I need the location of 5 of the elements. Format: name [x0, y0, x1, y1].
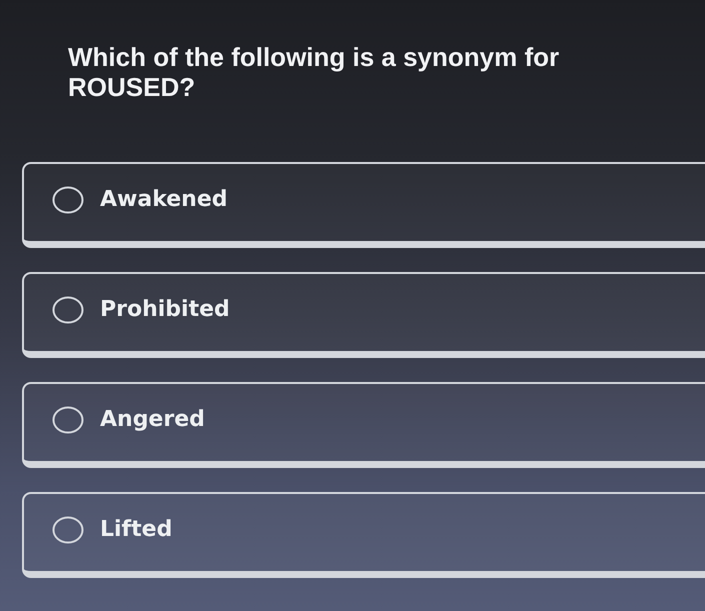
answer-option[interactable]: Awakened: [22, 162, 705, 248]
answer-option[interactable]: Angered: [22, 382, 705, 468]
question-text: Which of the following is a synonym for ROUSED?: [67, 42, 560, 102]
answer-option[interactable]: Prohibited: [22, 272, 705, 358]
answer-option[interactable]: Lifted: [22, 492, 705, 578]
